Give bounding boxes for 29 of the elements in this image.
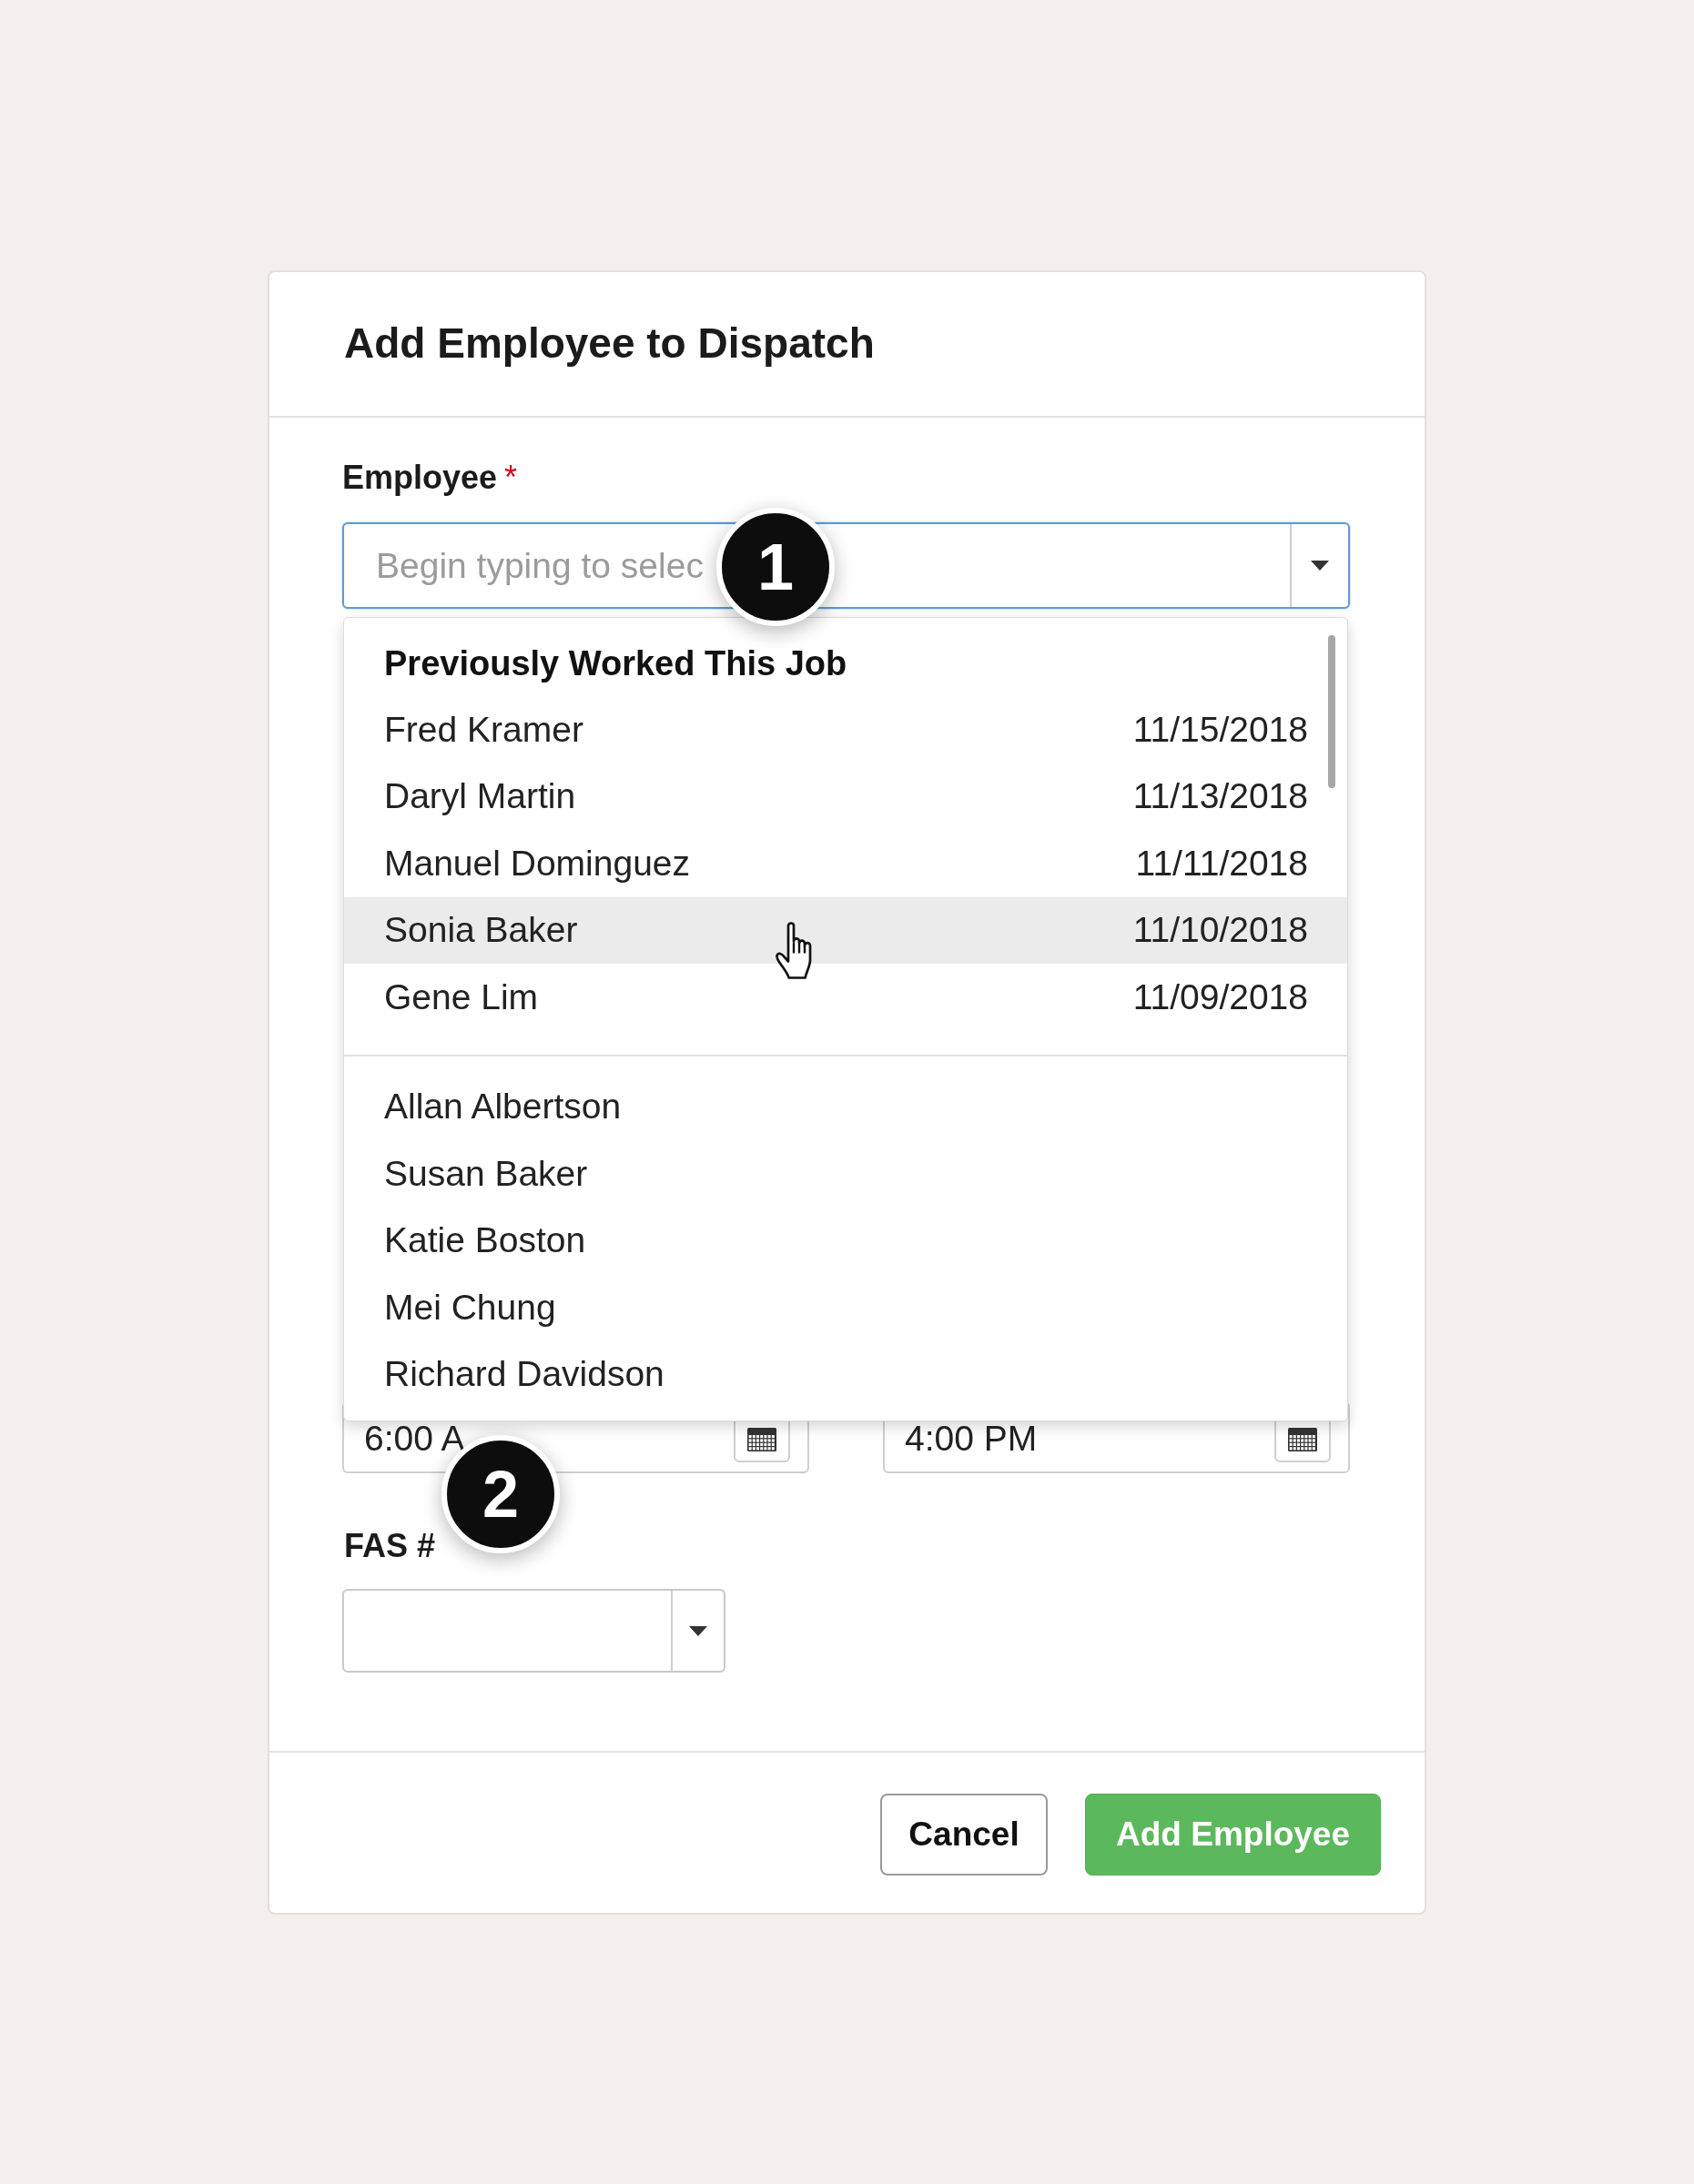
last-worked-date: 11/15/2018	[1132, 709, 1308, 750]
last-worked-date: 11/10/2018	[1132, 910, 1308, 951]
time-picker[interactable]: 4:00 PM	[883, 1401, 1350, 1473]
employee-option[interactable]: Richard Davidson	[344, 1340, 1347, 1408]
calendar-icon	[1288, 1428, 1317, 1451]
employee-option[interactable]: Mei Chung	[344, 1274, 1347, 1341]
field-label: FAS #	[343, 1526, 436, 1566]
caret-icon	[689, 1625, 707, 1636]
cancel-button[interactable]: Cancel	[880, 1794, 1048, 1876]
field-label: Employee	[342, 458, 498, 498]
last-worked-date: 11/13/2018	[1132, 776, 1308, 817]
scrollbar-thumb[interactable]	[1328, 635, 1335, 788]
last-worked-date: 11/09/2018	[1132, 976, 1308, 1017]
time-input[interactable]: 6:00 A	[344, 1419, 734, 1459]
caret-icon	[1311, 561, 1329, 571]
last-worked-date: 11/11/2018	[1135, 843, 1308, 884]
employee-option[interactable]: Katie Boston	[344, 1207, 1347, 1274]
employee-option[interactable]: Gene Lim 11/09/2018	[344, 964, 1347, 1031]
employee-option[interactable]: Daryl Martin 11/13/2018	[344, 763, 1347, 830]
employee-option[interactable]: Sonia Baker 11/10/2018	[344, 896, 1347, 964]
employee-option[interactable]: Susan Baker	[344, 1140, 1347, 1208]
time-input[interactable]: 4:00 PM	[885, 1419, 1274, 1459]
required-asterisk: *	[504, 458, 518, 498]
group-heading: Previously Worked This Job	[383, 642, 848, 684]
dialog-title: Add Employee to Dispatch	[344, 318, 875, 369]
employee-option[interactable]: Allan Albertson	[344, 1073, 1347, 1140]
employee-option[interactable]: Manuel Dominguez 11/11/2018	[344, 830, 1347, 897]
calendar-icon	[747, 1428, 776, 1451]
employee-option[interactable]: Fred Kramer 11/15/2018	[344, 696, 1347, 763]
